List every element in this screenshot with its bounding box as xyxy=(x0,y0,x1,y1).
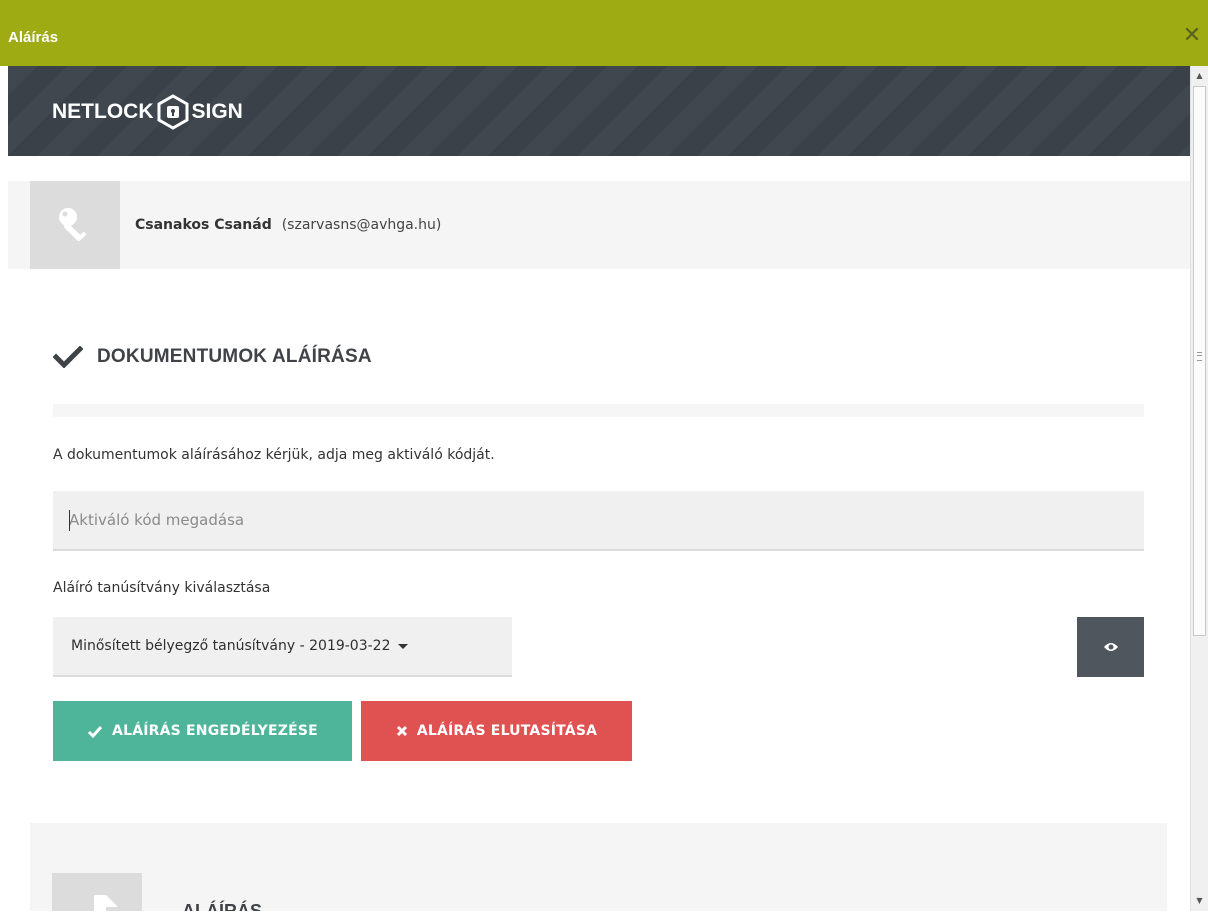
section-divider xyxy=(53,404,1144,417)
certificate-selected-value: Minősített bélyegző tanúsítvány - 2019-0… xyxy=(71,638,391,654)
certificate-label: Aláíró tanúsítvány kiválasztása xyxy=(53,580,271,596)
signer-name: Csanakos Csanád xyxy=(135,217,272,233)
activation-code-input[interactable] xyxy=(53,491,1144,551)
key-icon-box xyxy=(30,181,120,269)
x-icon xyxy=(396,725,408,737)
netlock-banner: NETLOCK SIGN xyxy=(8,66,1190,156)
scrollbar-thumb[interactable] xyxy=(1193,86,1206,636)
close-icon[interactable]: ✕ xyxy=(1182,25,1202,47)
chevron-down-icon xyxy=(398,643,409,649)
view-certificate-button[interactable] xyxy=(1077,617,1144,677)
document-icon xyxy=(94,895,118,911)
check-icon xyxy=(87,725,103,738)
logo-text-sign: SIGN xyxy=(191,100,243,123)
section-title: DOKUMENTUMOK ALÁÍRÁSA xyxy=(97,346,372,367)
scroll-down-arrow-icon[interactable]: ▼ xyxy=(1191,893,1208,909)
next-section-panel: ALÁÍRÁS ... xyxy=(30,823,1167,911)
signer-name-line: Csanakos Csanád (szarvasns@avhga.hu) xyxy=(135,217,441,233)
checkmark-icon xyxy=(53,346,83,368)
signer-email: (szarvasns@avhga.hu) xyxy=(281,217,442,233)
signer-info-bar: Csanakos Csanád (szarvasns@avhga.hu) xyxy=(8,181,1190,269)
netlock-sign-logo: NETLOCK SIGN xyxy=(52,92,243,132)
certificate-dropdown[interactable]: Minősített bélyegző tanúsítvány - 2019-0… xyxy=(53,617,512,677)
reject-signature-label: ALÁÍRÁS ELUTASÍTÁSA xyxy=(416,723,598,739)
eye-icon xyxy=(1103,643,1118,651)
vertical-scrollbar[interactable]: ▲ ▼ xyxy=(1190,66,1208,911)
window-titlebar: Aláírás ✕ xyxy=(0,0,1208,66)
reject-signature-button[interactable]: ALÁÍRÁS ELUTASÍTÁSA xyxy=(361,701,632,761)
scroll-up-arrow-icon[interactable]: ▲ xyxy=(1191,68,1208,84)
lock-hexagon-icon xyxy=(157,94,188,130)
document-icon-box xyxy=(52,873,142,911)
text-cursor xyxy=(69,510,70,531)
approve-signature-label: ALÁÍRÁS ENGEDÉLYEZÉSE xyxy=(112,723,318,739)
section-header: DOKUMENTUMOK ALÁÍRÁSA xyxy=(53,346,372,368)
key-icon xyxy=(59,208,87,242)
instruction-text: A dokumentumok aláírásához kérjük, adja … xyxy=(53,447,495,463)
approve-signature-button[interactable]: ALÁÍRÁS ENGEDÉLYEZÉSE xyxy=(53,701,352,761)
logo-text-netlock: NETLOCK xyxy=(52,100,154,123)
window-title: Aláírás xyxy=(8,29,59,46)
scrollbar-grip-icon xyxy=(1197,352,1202,361)
next-section-heading: ALÁÍRÁS ... xyxy=(182,901,283,911)
